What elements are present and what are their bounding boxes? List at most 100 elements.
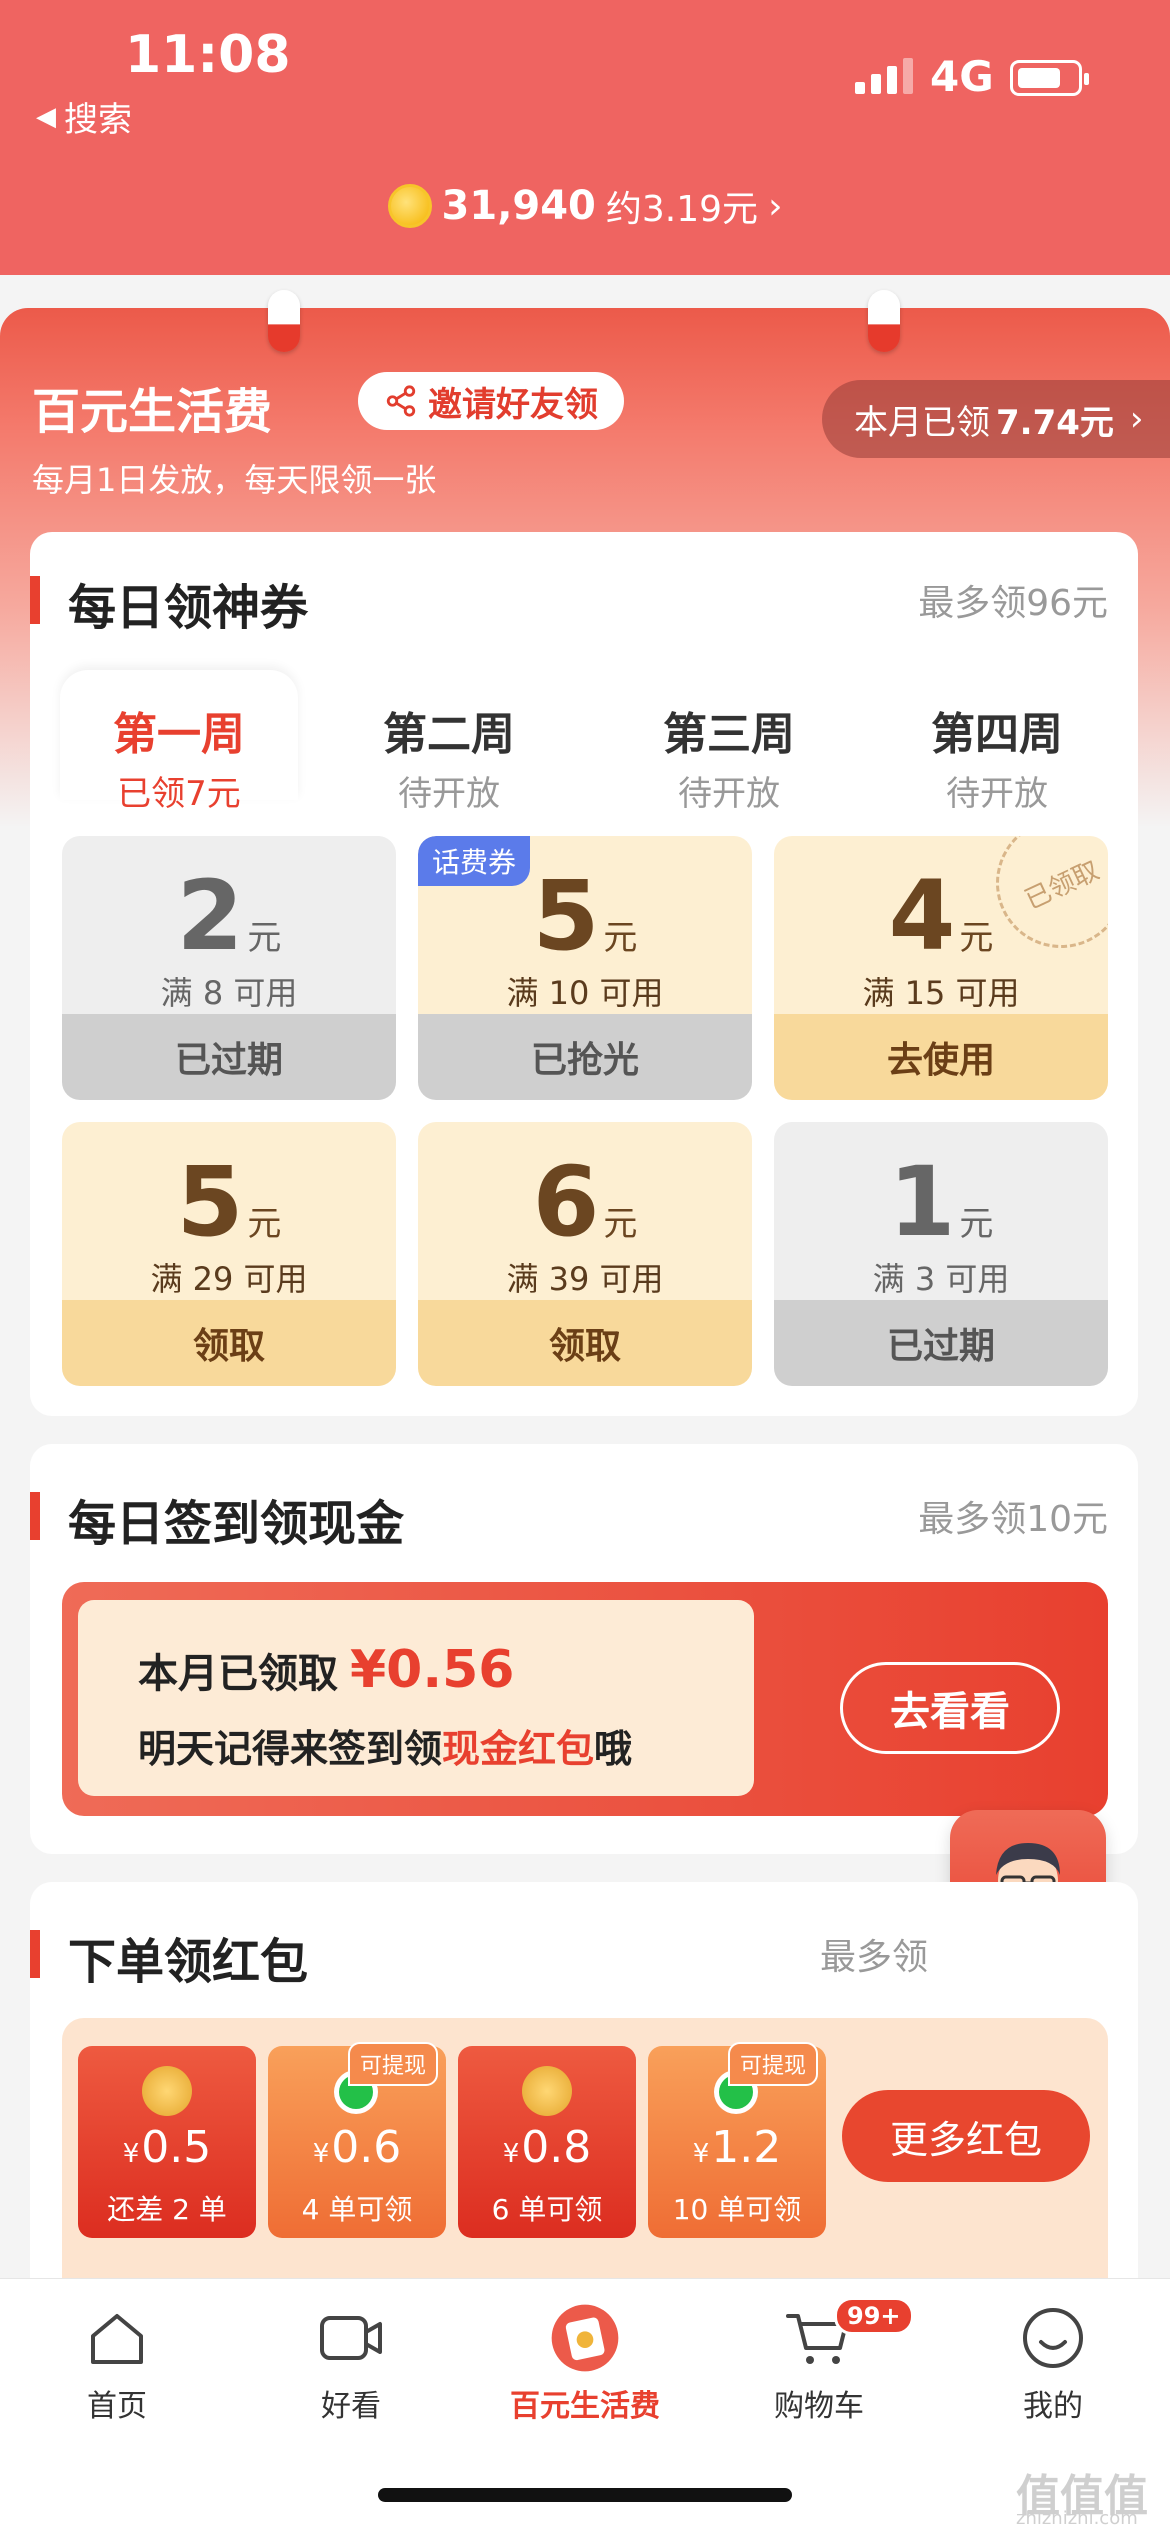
red-packet[interactable]: ¥0.5 还差 2 单: [78, 2046, 256, 2238]
tab-week-1[interactable]: 第一周 已领7元: [60, 670, 298, 814]
pin-icon: [868, 290, 900, 352]
tab-label: 第四周: [931, 709, 1063, 760]
coupon-unit: 元: [603, 918, 638, 958]
nav-label: 好看: [321, 2389, 381, 2424]
tab-sub: 待开放: [946, 774, 1048, 814]
claim-coupon-button[interactable]: 领取: [418, 1300, 752, 1386]
coupon-unit: 元: [247, 1204, 282, 1244]
withdrawable-tag: 可提现: [727, 2042, 818, 2086]
order-header: 下单领红包 最多领: [30, 1922, 1138, 1990]
coupon-action: 已过期: [774, 1300, 1108, 1386]
tab-label: 第三周: [663, 709, 795, 760]
back-to-search-button[interactable]: ◀ 搜索: [36, 92, 132, 141]
tab-sub: 已领7元: [117, 774, 241, 814]
coupon-card[interactable]: 5元 满 29 可用 领取: [62, 1122, 396, 1386]
more-packets-button[interactable]: 更多红包: [842, 2090, 1090, 2182]
coupon-condition: 满 8 可用: [160, 974, 298, 1012]
sign-in-banner: 本月已领取 ¥0.56 明天记得来签到领现金红包哦 去看看: [62, 1582, 1108, 1816]
packet-condition: 10 单可领: [672, 2193, 802, 2226]
page-title: 百元生活费: [32, 384, 273, 440]
coupon-top: 6元 满 39 可用: [418, 1122, 752, 1300]
section-max: 最多领96元: [918, 583, 1108, 624]
packet-value: ¥0.8: [458, 2122, 636, 2173]
amount: 1.2: [711, 2122, 782, 2173]
coupon-card[interactable]: 4元 满 15 可用 已领取 去使用: [774, 836, 1108, 1100]
packet-value: ¥1.2: [648, 2122, 826, 2173]
reminder-text: 明天记得来签到领: [138, 1727, 443, 1771]
coupon-condition: 满 3 可用: [872, 1260, 1010, 1298]
amount: 0.8: [521, 2122, 592, 2173]
section-max: 最多领: [819, 1937, 928, 1978]
coupon-card[interactable]: 2元 满 8 可用 已过期: [62, 836, 396, 1100]
claim-coupon-button[interactable]: 领取: [62, 1300, 396, 1386]
coupon-card[interactable]: 1元 满 3 可用 已过期: [774, 1122, 1108, 1386]
coupon-condition: 满 10 可用: [506, 974, 664, 1012]
network-type: 4G: [930, 52, 994, 101]
coupon-unit: 元: [959, 1204, 994, 1244]
claimed-prefix: 本月已领: [854, 402, 990, 443]
invite-friends-button[interactable]: 邀请好友领: [358, 372, 624, 430]
coupon-value: 1: [888, 1146, 956, 1258]
withdrawable-tag: 可提现: [347, 2042, 438, 2086]
coin-balance[interactable]: 31,940 约3.19元 ›: [0, 180, 1170, 232]
coin-icon: [387, 184, 432, 228]
smile-icon: [1018, 2303, 1088, 2373]
coupon-condition: 满 15 可用: [862, 974, 1020, 1012]
coupon-value: 5: [532, 860, 600, 972]
back-triangle-icon: ◀: [36, 101, 56, 132]
order-packets: ¥0.5 还差 2 单 可提现 ¥0.6 4 单可领 ¥0.8 6 单可领 可提…: [62, 2018, 1108, 2318]
nav-item-home[interactable]: 首页: [0, 2303, 234, 2425]
coin-value: 约3.19元: [605, 189, 759, 230]
packet-value: ¥0.6: [268, 2122, 446, 2173]
invite-label: 邀请好友领: [428, 384, 598, 425]
coupon-card[interactable]: 6元 满 39 可用 领取: [418, 1122, 752, 1386]
home-indicator[interactable]: [378, 2488, 792, 2502]
section-title: 每日签到领现金: [68, 1496, 405, 1552]
header: 11:08 ◀ 搜索 4G 31,940 约3.19元 ›: [0, 0, 1170, 275]
battery-icon: [1010, 60, 1089, 96]
use-coupon-button[interactable]: 去使用: [774, 1014, 1108, 1100]
tab-week-3[interactable]: 第三周 待开放: [610, 670, 848, 814]
coupon-value: 6: [532, 1146, 600, 1258]
coupon-value: 5: [176, 1146, 244, 1258]
claimed-this-month-button[interactable]: 本月已领 7.74元 ›: [822, 380, 1170, 458]
share-icon: [386, 385, 416, 417]
claimed-label: 本月已领取: [138, 1651, 338, 1697]
coupon-card[interactable]: 5元 满 10 可用 话费券 已抢光: [418, 836, 752, 1100]
phone-bill-tag: 话费券: [418, 836, 531, 886]
section-marker: [30, 576, 40, 624]
section-title: 下单领红包: [68, 1934, 309, 1990]
coupon-unit: 元: [603, 1204, 638, 1244]
coupon-top: 2元 满 8 可用: [62, 836, 396, 1014]
nav-item-allowance[interactable]: 百元生活费: [468, 2303, 702, 2425]
tab-week-2[interactable]: 第二周 待开放: [330, 670, 568, 814]
tab-sub: 待开放: [678, 774, 780, 814]
home-icon: [82, 2303, 152, 2373]
packet-condition: 6 单可领: [491, 2193, 603, 2226]
packet-condition: 4 单可领: [301, 2193, 413, 2226]
claimed-amount: 7.74元: [996, 402, 1114, 443]
red-packet[interactable]: 可提现 ¥0.6 4 单可领: [268, 2042, 446, 2238]
tab-week-4[interactable]: 第四周 待开放: [878, 670, 1116, 814]
sign-in-header: 每日签到领现金 最多领10元: [30, 1484, 1138, 1552]
panel-subtitle: 每月1日发放，每天限领一张: [32, 461, 437, 499]
red-packet[interactable]: ¥0.8 6 单可领: [458, 2046, 636, 2238]
coupon-value: 4: [888, 860, 956, 972]
section-marker: [30, 1492, 40, 1540]
nav-item-cart[interactable]: 99+ 购物车: [702, 2297, 936, 2425]
red-packet[interactable]: 可提现 ¥1.2 10 单可领: [648, 2042, 826, 2238]
nav-label: 购物车: [774, 2389, 864, 2424]
nav-item-video[interactable]: 好看: [234, 2303, 468, 2425]
packet-seal-icon: [522, 2066, 572, 2116]
nav-item-me[interactable]: 我的: [936, 2303, 1170, 2425]
coupon-condition: 满 39 可用: [506, 1260, 664, 1298]
nav-label: 百元生活费: [510, 2389, 660, 2424]
cart-count-badge: 99+: [834, 2297, 914, 2335]
coupon-value: 2: [176, 860, 244, 972]
signal-icon: [855, 58, 913, 94]
go-look-button[interactable]: 去看看: [840, 1662, 1060, 1754]
packet-condition: 还差 2 单: [107, 2193, 227, 2226]
sign-in-claimed: 本月已领取 ¥0.56: [138, 1640, 514, 1700]
currency: ¥: [122, 2139, 140, 2169]
amount: 0.5: [141, 2122, 212, 2173]
